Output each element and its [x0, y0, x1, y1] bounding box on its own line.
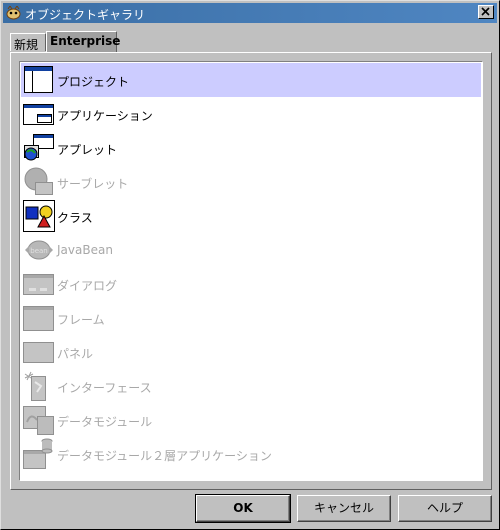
- interface-icon: [24, 371, 46, 401]
- list-item-label: インターフェース: [57, 381, 152, 395]
- close-button[interactable]: [478, 5, 494, 19]
- close-icon: [481, 7, 490, 16]
- list-item-servlet: サーブレット: [21, 165, 481, 199]
- application-icon: [23, 104, 54, 125]
- svg-text:bean: bean: [30, 247, 47, 255]
- list-item-panel: パネル: [21, 335, 481, 369]
- gallery-list[interactable]: プロジェクト アプリケーション アプレット サーブレット クラス bean Ja…: [19, 61, 483, 481]
- frame-icon: [23, 306, 54, 331]
- list-item-label: クラス: [57, 211, 93, 225]
- class-icon: [23, 200, 55, 232]
- list-item-dialog: ダイアログ: [21, 267, 481, 301]
- list-item-data-module-two-tier: データモジュール２層アプリケーション: [21, 437, 481, 471]
- window-title: オブジェクトギャラリ: [25, 8, 146, 22]
- list-item-frame: フレーム: [21, 301, 481, 335]
- applet-icon: [24, 134, 54, 161]
- list-item-label: フレーム: [57, 313, 105, 327]
- servlet-icon: [24, 167, 53, 195]
- panel-icon: [23, 342, 54, 363]
- list-item-label: JavaBean: [57, 243, 113, 257]
- cancel-button[interactable]: キャンセル: [297, 495, 391, 522]
- tab-panel: プロジェクト アプリケーション アプレット サーブレット クラス bean Ja…: [10, 52, 492, 490]
- data-module-icon: [23, 406, 54, 435]
- list-item-label: データモジュール２層アプリケーション: [57, 449, 272, 463]
- tab-new[interactable]: 新規: [10, 33, 46, 52]
- title-bar: オブジェクトギャラリ: [3, 3, 497, 23]
- list-item-class[interactable]: クラス: [21, 199, 481, 233]
- list-item-applet[interactable]: アプレット: [21, 131, 481, 165]
- list-item-interface: インターフェース: [21, 369, 481, 403]
- list-item-label: アプリケーション: [57, 109, 153, 123]
- javabean-icon: bean: [25, 240, 53, 260]
- list-item-label: プロジェクト: [57, 75, 130, 89]
- list-item-project[interactable]: プロジェクト: [21, 63, 481, 97]
- list-item-data-module: データモジュール: [21, 403, 481, 437]
- data-module-two-tier-icon: [23, 438, 53, 469]
- list-item-javabean: bean JavaBean: [21, 233, 481, 267]
- list-item-label: パネル: [57, 347, 94, 361]
- tab-enterprise[interactable]: Enterprise: [46, 31, 120, 52]
- list-item-label: ダイアログ: [57, 279, 118, 293]
- app-icon: [6, 6, 21, 20]
- list-item-label: サーブレット: [57, 177, 129, 191]
- object-gallery-dialog: オブジェクトギャラリ 新規 Enterprise プロジェクト アプリケーション…: [0, 0, 500, 530]
- project-icon: [24, 66, 53, 93]
- ok-button[interactable]: OK: [195, 494, 291, 523]
- list-item-label: アプレット: [57, 143, 118, 157]
- list-item-label: データモジュール: [57, 415, 153, 429]
- dialog-icon: [23, 274, 54, 295]
- help-button[interactable]: ヘルプ: [398, 495, 492, 522]
- list-item-application[interactable]: アプリケーション: [21, 97, 481, 131]
